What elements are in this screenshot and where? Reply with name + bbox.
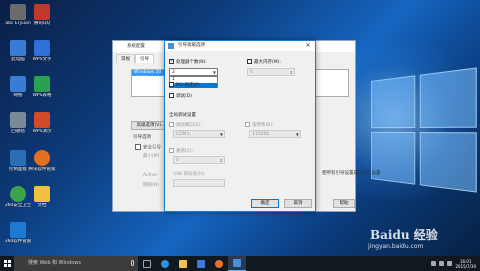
task-view-icon xyxy=(143,259,151,268)
chevron-down-icon: ▼ xyxy=(212,70,216,75)
safe-boot-checkbox[interactable]: 安全引导 xyxy=(135,144,161,151)
max-memory-input[interactable]: 0 ⇕ xyxy=(247,68,295,76)
edge-icon xyxy=(161,259,169,268)
clock[interactable]: 16:01 2015/7/30 xyxy=(455,259,476,269)
wallpaper-windows-logo xyxy=(371,67,477,193)
user-folder-icon xyxy=(10,4,26,20)
pci-lock-checkbox[interactable]: PCI 锁定(P) xyxy=(169,82,200,88)
task-view-button[interactable] xyxy=(138,256,156,271)
wps-spreadsheet-icon xyxy=(34,76,50,92)
permanent-settings-checkbox[interactable]: 使所有引导设置成为永久设置 xyxy=(322,170,381,176)
file-explorer-button[interactable] xyxy=(174,256,192,271)
tab-boot[interactable]: 引导 xyxy=(135,54,154,63)
msconfig-icon xyxy=(168,43,174,49)
firefox-button[interactable] xyxy=(210,256,228,271)
max-memory-checkbox[interactable]: 最大内存(M): xyxy=(247,59,281,65)
folder-icon xyxy=(179,259,187,268)
system-config-taskbar-button[interactable] xyxy=(228,256,246,271)
help-button[interactable]: 帮助 xyxy=(333,199,355,208)
spinner-icon: ⇕ xyxy=(219,158,223,163)
debug-port-select[interactable]: COM1: ▼ xyxy=(173,130,225,138)
boot-advanced-dialog: 引导高级选项 ✕ 处理器个数(N): 2 ▼ 1 2 最大内存(M): 0 ⇕ … xyxy=(164,40,316,212)
tab-general[interactable]: 常规 xyxy=(116,54,135,63)
channel-checkbox[interactable]: 通道(C): xyxy=(169,148,193,154)
desktop-icon-qq[interactable]: 腾讯QQ xyxy=(26,4,58,27)
windows-icon xyxy=(3,260,11,267)
recycle-bin-icon xyxy=(10,112,26,128)
360-safe-icon xyxy=(10,186,26,202)
360-software-icon xyxy=(10,222,26,238)
boot-options-label: 引导选项 xyxy=(133,135,151,140)
checkbox-icon xyxy=(247,59,252,64)
desktop-icon-wps-spreadsheet[interactable]: WPS表格 xyxy=(26,76,58,99)
active-radio[interactable]: Active xyxy=(143,173,157,178)
qq-icon xyxy=(34,4,50,20)
dialog-title: 引导高级选项 xyxy=(178,43,205,48)
chevron-down-icon: ▼ xyxy=(219,132,223,137)
baud-rate-checkbox[interactable]: 波特率(B): xyxy=(245,122,274,128)
volume-icon[interactable] xyxy=(447,261,453,266)
wps-writer-icon xyxy=(34,40,50,56)
baidu-watermark-url: jingyan.baidu.com xyxy=(368,243,424,250)
store-button[interactable] xyxy=(192,256,210,271)
microphone-icon[interactable] xyxy=(131,260,134,266)
close-icon[interactable]: ✕ xyxy=(301,41,315,51)
baidu-watermark: Baidu 经验 xyxy=(370,228,438,242)
checkbox-icon xyxy=(169,122,174,127)
minimal-radio[interactable]: 最小(M) xyxy=(143,153,159,159)
checkbox-icon xyxy=(169,93,174,98)
desktop-icon-documents[interactable]: 文档 xyxy=(26,186,58,209)
global-debug-heading: 全局调试设置 xyxy=(169,113,196,118)
wps-presentation-icon xyxy=(34,112,50,128)
channel-input[interactable]: 0 ⇕ xyxy=(173,156,225,164)
system-tray: 16:01 2015/7/30 xyxy=(431,256,476,271)
checkbox-icon xyxy=(169,148,174,153)
desktop-icon-tencent-manager[interactable]: 腾讯软件管家 xyxy=(26,150,58,173)
processor-count-checkbox[interactable]: 处理器个数(N): xyxy=(169,58,207,65)
desktop-icon-360-software[interactable]: 360软件管家 xyxy=(2,222,34,245)
document-icon xyxy=(34,186,50,202)
taskbar: 搜索 Web 和 Windows 16:01 2015/7/30 xyxy=(0,256,480,271)
store-icon xyxy=(197,259,205,268)
ok-button[interactable]: 确定 xyxy=(251,199,279,208)
debug-checkbox[interactable]: 调试(D) xyxy=(169,93,192,99)
firefox-icon xyxy=(215,259,223,268)
network-icon xyxy=(10,76,26,92)
edge-button[interactable] xyxy=(156,256,174,271)
computer-icon xyxy=(10,40,26,56)
spinner-icon: ⇕ xyxy=(289,70,293,75)
baud-rate-select[interactable]: 115200 ▼ xyxy=(249,130,301,138)
control-panel-icon xyxy=(10,150,26,166)
tray-arrow-icon[interactable] xyxy=(431,261,437,266)
usb-target-input[interactable] xyxy=(173,179,225,187)
checkbox-icon xyxy=(245,122,250,127)
network-tray-icon[interactable] xyxy=(439,261,445,266)
processor-count-select[interactable]: 2 ▼ xyxy=(169,68,218,76)
desktop-icon-wps-presentation[interactable]: WPS演示 xyxy=(26,112,58,135)
msconfig-icon xyxy=(233,259,241,267)
network-radio[interactable]: 网络(N) xyxy=(143,182,159,188)
dialog-titlebar: 引导高级选项 ✕ xyxy=(165,41,315,51)
checkbox-icon xyxy=(169,82,174,87)
desktop-icon-wps-writer[interactable]: WPS文字 xyxy=(26,40,58,63)
taskbar-search[interactable]: 搜索 Web 和 Windows xyxy=(14,256,138,271)
cancel-button[interactable]: 取消 xyxy=(284,199,312,208)
tencent-manager-icon xyxy=(34,150,50,166)
start-button[interactable] xyxy=(0,256,14,271)
usb-target-label: USB 目标名(U): xyxy=(173,172,206,177)
checkbox-checked-icon xyxy=(169,58,174,64)
debug-port-checkbox[interactable]: 调试端口(E): xyxy=(169,122,202,128)
chevron-down-icon: ▼ xyxy=(295,132,299,137)
